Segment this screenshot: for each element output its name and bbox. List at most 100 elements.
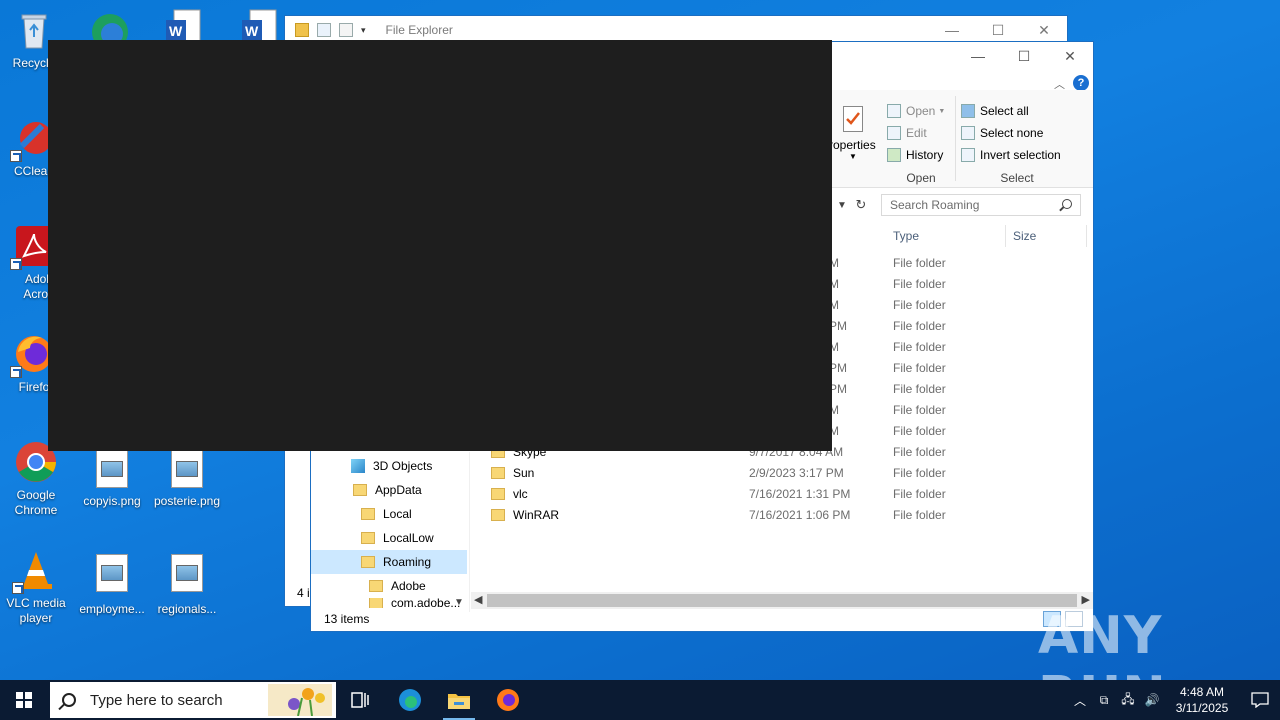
history-button[interactable]: History [887,144,955,166]
nav-item-locallow[interactable]: LocalLow [311,526,467,550]
desktop-icon-word-1[interactable]: W [164,8,204,40]
notifications-button[interactable] [1240,692,1280,708]
desktop-icon-google-chrome[interactable]: Google Chrome [0,440,74,518]
minimize-button[interactable]: — [955,42,1001,70]
invert-selection-icon [961,148,975,162]
select-all-button[interactable]: Select all [961,100,1073,122]
nav-item-label: Local [383,507,412,521]
start-button[interactable] [0,680,48,720]
folder-icon [361,532,375,544]
volume-icon[interactable]: 🔊 [1140,693,1164,707]
taskbar-search-box[interactable]: Type here to search [50,682,336,718]
column-header-type[interactable]: Type [887,225,1006,247]
edit-button[interactable]: Edit [887,122,955,144]
close-button[interactable]: ✕ [1021,16,1067,44]
folder-icon [369,580,383,592]
network-icon[interactable]: 🖧 [1116,690,1140,711]
nav-item-local[interactable]: Local [311,502,467,526]
file-type: File folder [893,508,946,522]
nav-item-3d-objects[interactable]: 3D Objects [311,454,467,478]
status-item-count: 13 items [324,612,370,626]
select-none-label: Select none [980,126,1044,140]
folder-icon [361,556,375,568]
shortcut-arrow-icon [10,366,22,378]
open-button[interactable]: Open ▼ [887,100,955,122]
file-type: File folder [893,319,946,333]
open-label: Open [906,104,936,118]
column-header-size-label: Size [1013,229,1037,243]
show-hidden-icons-icon[interactable]: ︿ [1068,692,1092,709]
help-icon[interactable]: ? [1073,75,1089,91]
image-file-icon [96,554,128,592]
new-folder-quick-icon[interactable] [339,23,353,37]
search-placeholder: Search Roaming [890,198,980,212]
desktop-icon-edge[interactable] [88,8,132,40]
ribbon-group-label-select: Select [1000,171,1034,185]
nav-item-roaming[interactable]: Roaming [311,550,467,574]
ribbon-group-select: Select all Select none Invert selection … [961,90,1073,188]
ribbon-properties[interactable]: roperties ▼ [825,90,885,188]
file-date: 2/9/2023 3:17 PM [749,466,844,480]
file-name: WinRAR [513,508,560,522]
edit-icon [887,126,901,140]
ribbon-separator [955,96,956,181]
file-type: File folder [893,466,946,480]
desktop-icon-word-2[interactable]: W [240,8,280,40]
taskbar-file-explorer-button[interactable] [435,680,483,720]
ribbon-group-label-open: Open [906,171,936,185]
customize-quick-access-icon[interactable]: ▾ [361,25,366,36]
nav-item-appdata[interactable]: AppData [311,478,467,502]
scroll-left-icon[interactable]: ◀ [474,593,482,606]
search-input[interactable]: Search Roaming [881,194,1081,216]
windows-logo-icon [16,692,32,708]
minimize-button[interactable]: — [929,16,975,44]
taskbar-edge-button[interactable] [386,680,434,720]
clock[interactable]: 4:48 AM 3/11/2025 [1164,684,1240,716]
close-button[interactable]: ✕ [1047,42,1093,70]
desktop-icon-posterie[interactable]: posterie.png [149,446,225,509]
maximize-button[interactable]: ☐ [975,16,1021,44]
device-icon[interactable]: ⧉ [1092,693,1116,708]
pane-divider[interactable] [469,452,470,612]
file-type: File folder [893,424,946,438]
taskbar-firefox-button[interactable] [484,680,532,720]
nav-item-adobe[interactable]: Adobe [311,574,467,598]
history-label: History [906,148,944,162]
select-all-icon [961,104,975,118]
desktop-icon-label: regionals... [157,602,217,616]
refresh-icon[interactable]: ↻ [851,194,871,216]
file-type: File folder [893,340,946,354]
notification-icon [1251,692,1269,708]
navigation-scrollbar[interactable]: ▼ [451,452,467,610]
file-type: File folder [893,382,946,396]
scrollbar-thumb[interactable] [487,594,1077,607]
search-icon [62,693,76,707]
file-type: File folder [893,361,946,375]
desktop-icon-vlc[interactable]: VLC media player [0,548,74,626]
file-type: File folder [893,277,946,291]
task-view-icon [351,692,369,708]
desktop-icon-label: Google Chrome [14,488,58,517]
desktop-icon-regionals[interactable]: regionals... [149,550,225,617]
select-none-button[interactable]: Select none [961,122,1073,144]
scroll-right-icon[interactable]: ▶ [1082,593,1090,606]
word-document-icon: W [242,9,277,40]
desktop-icon-copyis[interactable]: copyis.png [74,446,150,509]
column-header-size[interactable]: Size [1007,225,1087,247]
word-document-icon: W [166,9,201,40]
redacted-region [48,40,832,451]
clock-time: 4:48 AM [1179,685,1225,699]
system-tray: ︿ ⧉ 🖧 🔊 4:48 AM 3/11/2025 [1068,680,1280,720]
invert-selection-button[interactable]: Invert selection [961,144,1073,166]
vlc-cone-icon [12,548,58,594]
search-highlight-flowers-icon [268,684,332,716]
properties-dropdown-icon[interactable]: ▼ [849,152,857,161]
maximize-button[interactable]: ☐ [1001,42,1047,70]
task-view-button[interactable] [336,680,384,720]
open-icon [887,104,901,118]
window-title: File Explorer [385,23,453,37]
address-history-dropdown-icon[interactable]: ▼ [833,194,851,216]
status-bar: 13 items [311,607,1093,631]
properties-quick-icon[interactable] [317,23,331,37]
desktop-icon-employment[interactable]: employme... [74,550,150,617]
